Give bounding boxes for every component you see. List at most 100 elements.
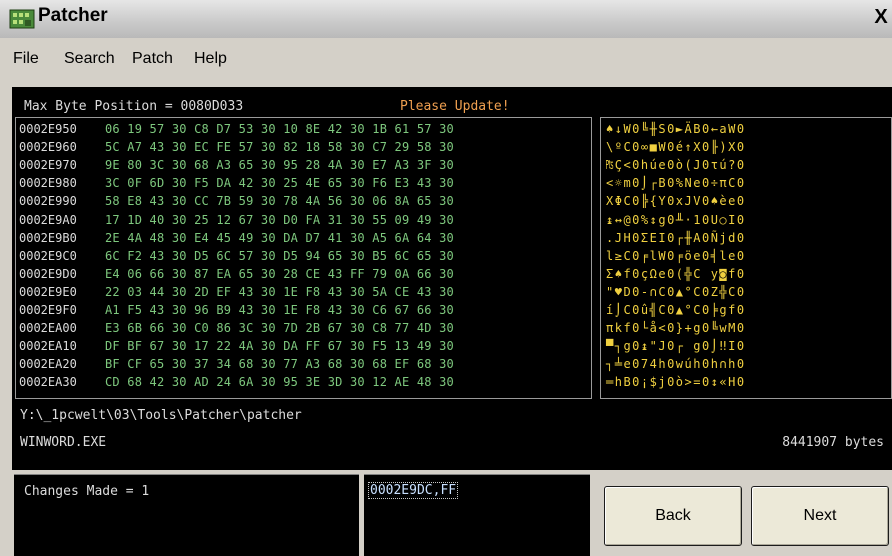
hex-row-address: 0002E9F0 [19,303,77,317]
ascii-row-text[interactable]: ▀┐g0↨"J0┌ g0⌡‼I0 [606,339,746,353]
hex-row-bytes[interactable]: 22 03 44 30 2D EF 43 30 1E F8 43 30 5A C… [105,285,454,299]
ascii-row-text[interactable]: ↨↔@0%↕g0╨·10U○I0 [606,213,746,227]
ascii-row-text[interactable]: í⌡C0û╣C0▲°C0╞gf0 [606,303,746,317]
hex-row-address: 0002EA30 [19,375,77,390]
menu-search[interactable]: Search [64,50,115,68]
hex-row-address: 0002E960 [19,140,77,155]
ascii-row[interactable]: \ºC0∞■W0é↑X0╟)X0 [601,140,891,154]
hex-row[interactable]: 0002E9D0 E4 06 66 30 87 EA 65 30 28 CE 43… [16,267,591,281]
hex-row-address: 0002E980 [19,176,77,191]
status-line: Max Byte Position = 0080D033 Please Upda… [12,87,892,117]
update-notice: Please Update! [400,99,510,114]
hex-row-address: 0002E970 [19,158,77,173]
ascii-row-text[interactable]: ┐╧e074h0wúh0h∩h0 [606,357,746,371]
ascii-row-text[interactable]: πkf0└å<0}+g0╚wM0 [606,321,746,335]
menu-file[interactable]: File [13,50,39,68]
hex-view[interactable]: 0002E950 06 19 57 30 C8 D7 53 30 10 8E 42… [15,117,592,399]
ascii-row-text[interactable]: XΦC0╠{Y0xJV0♠èe0 [606,194,746,208]
ascii-row[interactable]: .JH0ΣEI0┌╫A0Ñjd0 [601,231,891,245]
main-panel: Max Byte Position = 0080D033 Please Upda… [12,87,892,470]
hex-row-bytes[interactable]: DF BF 67 30 17 22 4A 30 DA FF 67 30 F5 1… [105,339,454,353]
ascii-row-text[interactable]: Σ♠f0çΩe0(╬C y◙f0 [606,267,746,281]
ascii-row[interactable]: ♠↓W0╚╫S0►ÄB0←aW0 [601,122,891,136]
hex-row[interactable]: 0002E980 3C 0F 6D 30 F5 DA 42 30 25 4E 65… [16,176,591,190]
hex-row-bytes[interactable]: 3C 0F 6D 30 F5 DA 42 30 25 4E 65 30 F6 E… [105,176,454,190]
hex-row-bytes[interactable]: E4 06 66 30 87 EA 65 30 28 CE 43 FF 79 0… [105,267,454,281]
hex-row[interactable]: 0002E950 06 19 57 30 C8 D7 53 30 10 8E 42… [16,122,591,136]
changes-panel: Changes Made = 1 [14,474,359,556]
close-icon[interactable]: X [872,6,890,28]
ascii-row[interactable]: <☼m0⌡┌B0%Ne0÷πC0 [601,176,891,190]
hex-row[interactable]: 0002E960 5C A7 43 30 EC FE 57 30 82 18 58… [16,140,591,154]
hex-row[interactable]: 0002E9F0 A1 F5 43 30 96 B9 43 30 1E F8 43… [16,303,591,317]
hex-row-bytes[interactable]: 2E 4A 48 30 E4 45 49 30 DA D7 41 30 A5 6… [105,231,454,245]
hex-row-bytes[interactable]: E3 6B 66 30 C0 86 3C 30 7D 2B 67 30 C8 7… [105,321,454,335]
hex-row-address: 0002E9A0 [19,212,77,227]
hex-row-address: 0002EA00 [19,321,77,336]
ascii-row[interactable]: ▀┐g0↨"J0┌ g0⌡‼I0 [601,339,891,353]
ascii-row-text[interactable]: \ºC0∞■W0é↑X0╟)X0 [606,140,746,154]
file-size: 8441907 bytes [782,435,884,450]
hex-row-bytes[interactable]: 6C F2 43 30 D5 6C 57 30 D5 94 65 30 B5 6… [105,249,454,263]
changes-count: Changes Made = 1 [24,484,150,499]
ascii-row-text[interactable]: "♥D0-∩C0▲°C0Z╬C0 [606,285,746,299]
ascii-row[interactable]: Σ♠f0çΩe0(╬C y◙f0 [601,267,891,281]
hex-row-address: 0002E9D0 [19,266,77,281]
menu-bar: File Search Patch Help [0,38,892,78]
hex-row-bytes[interactable]: BF CF 65 30 37 34 68 30 77 A3 68 30 68 E… [105,357,454,371]
file-path: Y:\_1pcwelt\03\Tools\Patcher\patcher [20,408,302,423]
ascii-row[interactable]: l≥C0╒lW0╒öe0╡le0 [601,249,891,263]
hex-row-address: 0002E990 [19,194,77,209]
ascii-row[interactable]: ═hB0¡$j0ò>=0↕«H0 [601,375,891,389]
hex-row[interactable]: 0002E9C0 6C F2 43 30 D5 6C 57 30 D5 94 65… [16,249,591,263]
ascii-row[interactable]: "♥D0-∩C0▲°C0Z╬C0 [601,285,891,299]
hex-row[interactable]: 0002E9A0 17 1D 40 30 25 12 67 30 D0 FA 31… [16,213,591,227]
ascii-row[interactable]: ↨↔@0%↕g0╨·10U○I0 [601,213,891,227]
hex-row-bytes[interactable]: 06 19 57 30 C8 D7 53 30 10 8E 42 30 1B 6… [105,122,454,136]
ascii-view[interactable]: ♠↓W0╚╫S0►ÄB0←aW0 \ºC0∞■W0é↑X0╟)X0 ₧Ç<0húe0… [600,117,892,399]
window-title: Patcher [38,5,108,26]
ascii-row[interactable]: πkf0└å<0}+g0╚wM0 [601,321,891,335]
hex-row[interactable]: 0002E9B0 2E 4A 48 30 E4 45 49 30 DA D7 41… [16,231,591,245]
hex-row[interactable]: 0002EA30 CD 68 42 30 AD 24 6A 30 95 3E 3D… [16,375,591,389]
hex-row-address: 0002EA10 [19,339,77,354]
menu-help[interactable]: Help [194,50,227,68]
hex-row-bytes[interactable]: 58 E8 43 30 CC 7B 59 30 78 4A 56 30 06 8… [105,194,454,208]
hex-row[interactable]: 0002E990 58 E8 43 30 CC 7B 59 30 78 4A 56… [16,194,591,208]
ascii-row-text[interactable]: <☼m0⌡┌B0%Ne0÷πC0 [606,176,746,190]
hex-row-address: 0002E9E0 [19,284,77,299]
change-list-item[interactable]: 0002E9DC,FF [367,482,459,499]
file-name: WINWORD.EXE [20,435,107,450]
hex-row-address: 0002E950 [19,122,77,136]
ascii-row-text[interactable]: .JH0ΣEI0┌╫A0Ñjd0 [606,231,746,245]
title-bar: Patcher X [0,0,892,38]
max-byte-position: Max Byte Position = 0080D033 [24,99,244,114]
hex-row[interactable]: 0002EA00 E3 6B 66 30 C0 86 3C 30 7D 2B 67… [16,321,591,335]
change-list[interactable]: 0002E9DC,FF [364,474,590,556]
hex-row-bytes[interactable]: 17 1D 40 30 25 12 67 30 D0 FA 31 30 55 0… [105,213,454,227]
hex-row-address: 0002E9B0 [19,230,77,245]
hex-row[interactable]: 0002EA10 DF BF 67 30 17 22 4A 30 DA FF 67… [16,339,591,353]
ascii-row-text[interactable]: ♠↓W0╚╫S0►ÄB0←aW0 [606,122,746,136]
ascii-row-text[interactable]: ₧Ç<0húe0ò(J0τú?0 [606,158,746,172]
ascii-row[interactable]: XΦC0╠{Y0xJV0♠èe0 [601,194,891,208]
back-button[interactable]: Back [604,486,742,546]
hex-row[interactable]: 0002EA20 BF CF 65 30 37 34 68 30 77 A3 68… [16,357,591,371]
hex-row[interactable]: 0002E970 9E 80 3C 30 68 A3 65 30 95 28 4A… [16,158,591,172]
next-button[interactable]: Next [751,486,889,546]
hex-row-bytes[interactable]: 9E 80 3C 30 68 A3 65 30 95 28 4A 30 E7 A… [105,158,454,172]
hex-row-address: 0002EA20 [19,357,77,372]
hex-row-address: 0002E9C0 [19,248,77,263]
ascii-row[interactable]: í⌡C0û╣C0▲°C0╞gf0 [601,303,891,317]
ascii-row-text[interactable]: ═hB0¡$j0ò>=0↕«H0 [606,375,746,389]
ascii-row-text[interactable]: l≥C0╒lW0╒öe0╡le0 [606,249,746,263]
menu-patch[interactable]: Patch [132,50,173,68]
hex-row-bytes[interactable]: A1 F5 43 30 96 B9 43 30 1E F8 43 30 C6 6… [105,303,454,317]
patcher-app-icon [9,9,35,29]
hex-row-bytes[interactable]: 5C A7 43 30 EC FE 57 30 82 18 58 30 C7 2… [105,140,454,154]
hex-row[interactable]: 0002E9E0 22 03 44 30 2D EF 43 30 1E F8 43… [16,285,591,299]
ascii-row[interactable]: ₧Ç<0húe0ò(J0τú?0 [601,158,891,172]
file-info: Y:\_1pcwelt\03\Tools\Patcher\patcher WIN… [12,401,892,470]
hex-row-bytes[interactable]: CD 68 42 30 AD 24 6A 30 95 3E 3D 30 12 A… [105,375,454,389]
ascii-row[interactable]: ┐╧e074h0wúh0h∩h0 [601,357,891,371]
